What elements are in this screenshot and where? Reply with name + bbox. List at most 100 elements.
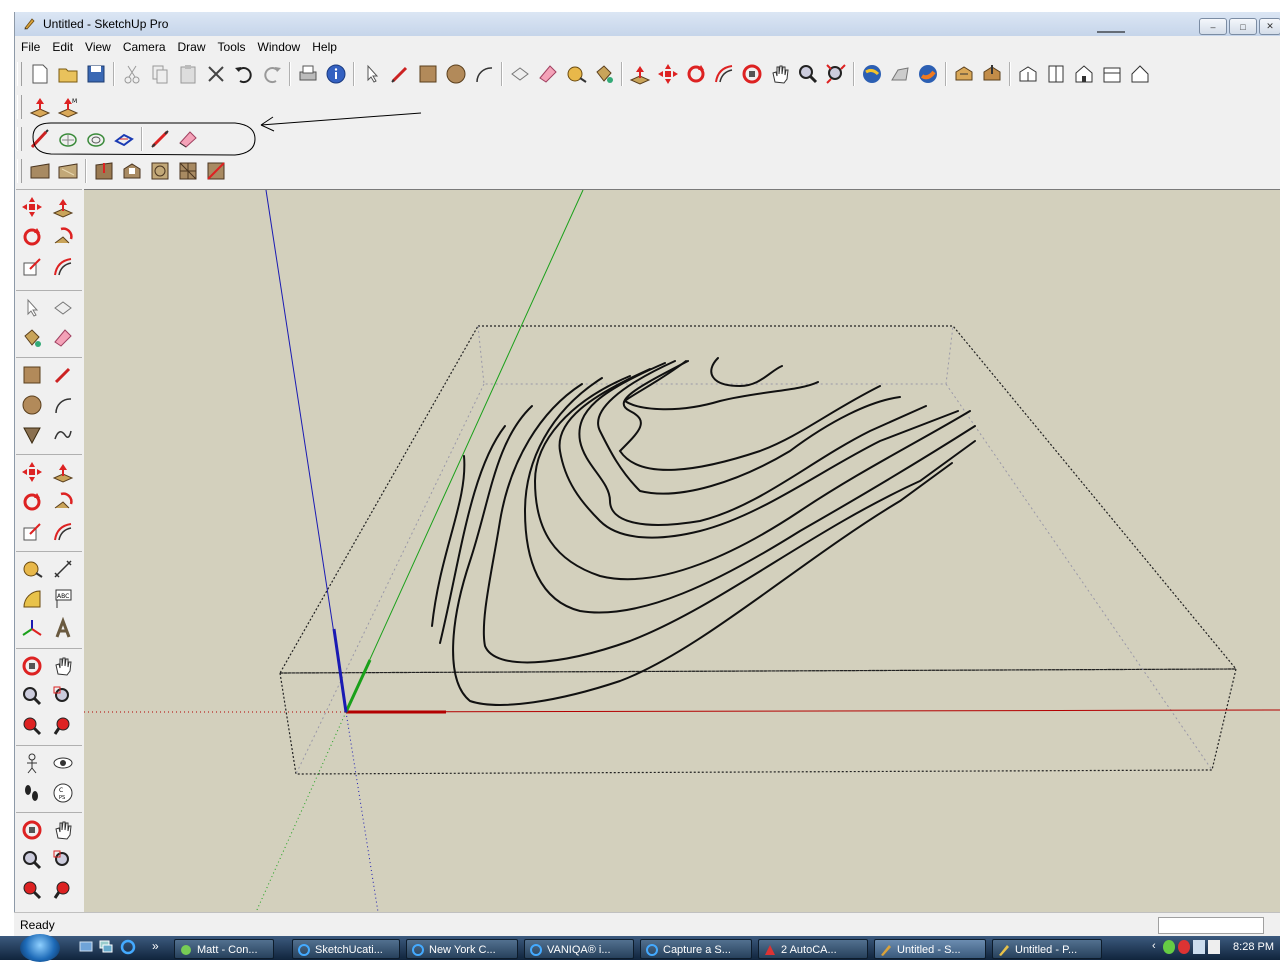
tray-chrome-icon[interactable] — [1178, 940, 1190, 954]
follow-me-icon[interactable] — [47, 487, 78, 517]
toolbar-grip[interactable] — [17, 95, 22, 119]
switch-windows-icon[interactable] — [98, 939, 114, 955]
paint-bucket-icon[interactable] — [590, 61, 618, 87]
move-icon[interactable] — [16, 457, 47, 487]
share-model-icon[interactable] — [978, 61, 1006, 87]
new-icon[interactable] — [26, 61, 54, 87]
model-info-icon[interactable] — [322, 61, 350, 87]
offset-icon[interactable] — [47, 252, 78, 282]
3d-text-icon[interactable] — [47, 614, 78, 644]
tape-measure-icon[interactable] — [562, 61, 590, 87]
zoom-icon[interactable] — [16, 845, 47, 875]
menu-camera[interactable]: Camera — [117, 36, 172, 58]
menu-edit[interactable]: Edit — [46, 36, 79, 58]
rectangle-icon[interactable] — [414, 61, 442, 87]
toolbar-grip[interactable] — [17, 159, 22, 183]
orbit-icon[interactable] — [16, 651, 47, 681]
get-models-icon[interactable] — [950, 61, 978, 87]
zoom-window-icon[interactable] — [47, 845, 78, 875]
redo-icon[interactable] — [258, 61, 286, 87]
push-pull-icon[interactable] — [47, 192, 78, 222]
toolbar-grip[interactable] — [17, 127, 22, 151]
save-icon[interactable] — [82, 61, 110, 87]
next-view-icon[interactable] — [47, 875, 78, 905]
walk-icon[interactable] — [16, 778, 47, 808]
orbit-icon[interactable] — [16, 815, 47, 845]
eraser-icon[interactable] — [534, 61, 562, 87]
position-camera-icon[interactable] — [16, 748, 47, 778]
text-tool-icon[interactable]: ABC — [47, 584, 78, 614]
cut-icon[interactable] — [118, 61, 146, 87]
taskbar-item[interactable]: 2 AutoCA... — [758, 939, 868, 959]
zoom-extents-icon[interactable] — [822, 61, 850, 87]
circle-icon[interactable] — [442, 61, 470, 87]
push-pull-icon[interactable] — [47, 457, 78, 487]
erase-x-icon[interactable] — [202, 61, 230, 87]
protractor-icon[interactable] — [16, 584, 47, 614]
section-plane-icon[interactable]: C PS — [47, 778, 78, 808]
copy-icon[interactable] — [146, 61, 174, 87]
arc-icon[interactable] — [470, 61, 498, 87]
taskbar-item[interactable]: Matt - Con... — [174, 939, 274, 959]
tray-volume-icon[interactable] — [1208, 940, 1220, 954]
rotate-icon[interactable] — [16, 487, 47, 517]
dimension-icon[interactable] — [47, 554, 78, 584]
show-desktop-icon[interactable] — [78, 939, 94, 955]
pan-icon[interactable] — [766, 61, 794, 87]
arc-icon[interactable] — [47, 390, 78, 420]
rectangle-icon[interactable] — [16, 360, 47, 390]
pan-icon[interactable] — [47, 651, 78, 681]
start-button[interactable] — [20, 934, 60, 962]
follow-me-icon[interactable] — [47, 222, 78, 252]
menu-tools[interactable]: Tools — [212, 36, 252, 58]
select-arrow-icon[interactable] — [358, 61, 386, 87]
maximize-button[interactable]: □ — [1229, 18, 1257, 35]
menu-view[interactable]: View — [79, 36, 117, 58]
polygon-icon[interactable] — [16, 420, 47, 450]
drawing-viewport[interactable] — [84, 189, 1280, 912]
orbit-icon[interactable] — [738, 61, 766, 87]
previous-view-icon[interactable] — [16, 875, 47, 905]
previous-view-icon[interactable] — [16, 711, 47, 741]
taskbar-item[interactable]: VANIQA® i... — [524, 939, 634, 959]
line-icon[interactable] — [47, 360, 78, 390]
rotate-icon[interactable] — [682, 61, 710, 87]
offset-icon[interactable] — [47, 517, 78, 547]
move-icon[interactable] — [654, 61, 682, 87]
next-view-icon[interactable] — [47, 711, 78, 741]
open-icon[interactable] — [54, 61, 82, 87]
taskbar-item[interactable]: Untitled - P... — [992, 939, 1102, 959]
push-pull-icon[interactable] — [626, 61, 654, 87]
close-button[interactable]: ✕ — [1259, 18, 1280, 35]
print-icon[interactable] — [294, 61, 322, 87]
toggle-terrain-icon[interactable] — [886, 61, 914, 87]
place-model-icon[interactable] — [914, 61, 942, 87]
google-earth-icon[interactable] — [858, 61, 886, 87]
taskbar-item[interactable]: SketchUcati... — [292, 939, 400, 959]
measurements-box[interactable] — [1158, 917, 1264, 934]
make-component-icon[interactable] — [506, 61, 534, 87]
axes-icon[interactable] — [16, 614, 47, 644]
make-component-icon[interactable] — [47, 293, 78, 323]
top-view-icon[interactable] — [1042, 61, 1070, 87]
zoom-icon[interactable] — [16, 681, 47, 711]
undo-icon[interactable] — [230, 61, 258, 87]
internet-explorer-icon[interactable] — [120, 939, 136, 955]
tray-messenger-icon[interactable] — [1163, 940, 1175, 954]
title-bar[interactable]: Untitled - SketchUp Pro – □ ✕ — [15, 12, 1280, 36]
back-view-icon[interactable] — [1126, 61, 1154, 87]
quicklaunch-overflow[interactable]: » — [152, 939, 159, 953]
tray-chevron-icon[interactable]: ‹ — [1152, 940, 1160, 954]
menu-help[interactable]: Help — [306, 36, 343, 58]
line-icon[interactable] — [386, 61, 414, 87]
zoom-window-icon[interactable] — [47, 681, 78, 711]
taskbar-item-active[interactable]: Untitled - S... — [874, 939, 986, 959]
pan-icon[interactable] — [47, 815, 78, 845]
menu-file[interactable]: File — [15, 36, 46, 58]
scale-icon[interactable] — [16, 252, 47, 282]
select-arrow-icon[interactable] — [16, 293, 47, 323]
paste-icon[interactable] — [174, 61, 202, 87]
minimize-button[interactable]: – — [1199, 18, 1227, 35]
menu-draw[interactable]: Draw — [172, 36, 212, 58]
right-view-icon[interactable] — [1098, 61, 1126, 87]
